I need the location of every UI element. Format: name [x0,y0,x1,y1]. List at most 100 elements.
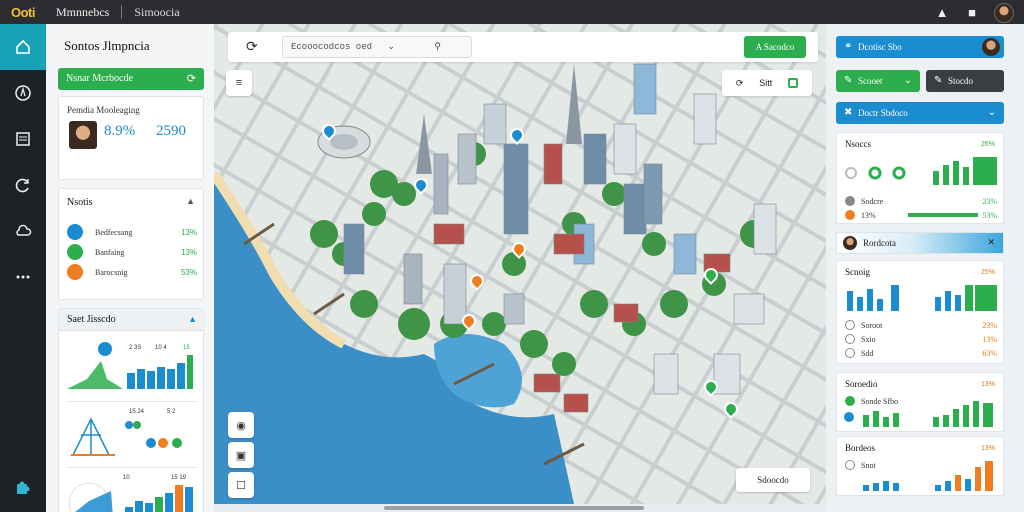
divider [67,401,197,402]
cloud-icon[interactable] [0,208,46,254]
stats-card: Bordeos 13% Snot [836,436,1004,496]
user-avatar [843,236,857,250]
status-dot [845,196,855,206]
refresh-icon[interactable]: ⟳ [736,78,744,89]
chart-label: 15 [183,345,190,351]
chart-label: 10 [123,475,130,481]
stats-card: Soroedio 13% Sonde Sfbo [836,372,1004,432]
divider [67,467,197,468]
card-chart [847,285,997,311]
layer-toggle[interactable]: ⟳ Sitt [722,70,812,96]
notice-value: 13% [180,227,197,237]
panel-title: Sontos Jlmpncia [64,38,150,53]
card-chart [845,157,997,185]
refresh-small-icon: ⟳ [186,73,196,85]
filter-icon[interactable]: ≡ [226,70,252,96]
chart-label: 15 24 [129,409,145,415]
clipboard-icon[interactable]: ☐ [228,472,254,498]
collapse-icon[interactable]: ▲ [186,196,195,206]
top-icons: ▲ ■ [934,3,1014,23]
back-icon[interactable]: ⟳ [246,38,258,55]
green-dropdown-button[interactable]: ✎ Scooet ⌄ [836,70,920,92]
progress-bar [908,213,979,217]
compass-icon[interactable] [0,70,46,116]
map-badge[interactable]: Sdoocdo [736,468,810,492]
horizontal-scrollbar[interactable] [384,506,644,510]
layer-label: Sitt [759,78,773,88]
profile-card: Pemdia Mooleaging 8.9% 2590 [58,96,204,180]
stats-panel: Saet Jisscdo ▲ 2 3S 10 4 15 15 24 5 2 10… [58,308,205,512]
notice-label: Banfaing [95,247,125,257]
dark-button[interactable]: ✎ Stocdo [926,70,1004,92]
notice-row[interactable]: Bedfecsang 13% [67,223,197,241]
map-action-button[interactable]: A Sacodco [744,36,806,58]
list-icon[interactable] [0,116,46,162]
user-strip[interactable]: Rordcota ✕ [836,232,1004,254]
card-tag: 26% [980,141,995,148]
row-value: 13% [982,334,997,344]
close-icon[interactable]: ✕ [987,237,995,248]
right-top-button[interactable]: ⚭ Dcotisc Sbo [836,36,1004,58]
home-icon[interactable] [0,24,46,70]
row-value: 63% [982,348,997,358]
card-row[interactable]: Soroot 23% [845,319,997,331]
right-top-button-label: Dcotisc Sbo [858,42,902,52]
layers-icon[interactable]: ▣ [228,442,254,468]
search-icon[interactable]: ⚲ [434,37,441,57]
location-icon[interactable]: ◉ [228,412,254,438]
mini-area-chart: 2 3S 10 4 15 [67,342,193,389]
notice-row[interactable]: Banfaing 13% [67,243,197,261]
camera-icon[interactable]: ■ [964,5,980,21]
card-row[interactable]: 13% 53% [845,209,997,221]
chart-label: 2 3S [129,345,141,351]
row-label: 13% [861,210,876,220]
card-title: Nsoccs [845,139,871,149]
city-map[interactable]: ⟳ Ecooocodcos oed ⌄ ⚲ A Sacodco ≡ ⟳ Sitt… [214,24,826,504]
notices-title: Nsotis [67,197,93,208]
primary-green-button[interactable]: Nsnar Mcrbocde ⟳ [58,68,204,90]
pencil-icon: ✎ [934,75,943,86]
app-logo[interactable]: Ooti [0,0,46,24]
user-avatar[interactable] [994,3,1014,23]
map-search-input[interactable]: Ecooocodcos oed ⌄ ⚲ [282,36,472,58]
layer-checkbox[interactable] [788,78,799,88]
user-name: Rordcota [863,238,896,248]
card-row[interactable]: Sxio 13% [845,333,997,345]
status-dot [845,210,855,220]
refresh-icon[interactable] [0,162,46,208]
search-placeholder: Ecooocodcos oed [291,42,373,52]
chart-label: 5 2 [167,409,176,415]
status-dot [845,348,855,358]
chevron-down-icon: ⌄ [987,107,996,118]
collapse-icon[interactable]: ▲ [188,314,197,324]
row-label: Sdd [861,348,874,358]
row-label: Sodcre [861,196,884,206]
mini-network-chart: 15 24 5 2 [71,409,182,456]
bell-icon[interactable]: ▲ [934,5,950,21]
notices-card: Nsotis ▲ Bedfecsang 13% Banfaing 13% Bar… [58,188,204,300]
card-title: Bordeos [845,443,875,453]
more-icon[interactable] [0,254,46,300]
blue-dropdown-button[interactable]: ✖ Doctr Sbdoco ⌄ [836,102,1004,124]
stats-card: Nsoccs 26% Sodcre 23% 13% 53% [836,132,1004,224]
card-row[interactable]: Sodcre 23% [845,195,997,207]
card-title: Soroedio [845,379,878,389]
row-value: 53% [982,210,997,220]
chart-label: 15 19 [171,475,187,481]
user-avatar[interactable] [982,38,1000,56]
status-dot [67,224,83,240]
module-title: Simoocia [134,4,180,19]
doc-icon: ✎ [844,75,853,86]
chevron-down-icon[interactable]: ⌄ [387,37,395,57]
row-label: Sxio [861,334,876,344]
status-dot [67,264,83,280]
blue-dropdown-label: Doctr Sbdoco [858,108,908,118]
card-tag: 13% [980,381,995,388]
row-value: 23% [982,196,997,206]
puzzle-icon[interactable] [0,480,46,496]
card-row[interactable]: Sdd 63% [845,347,997,359]
card-tag: 25% [980,269,995,276]
dark-button-label: Stocdo [948,76,974,86]
notice-label: Barocsnig [95,267,128,277]
notice-row[interactable]: Barocsnig 53% [67,263,197,281]
